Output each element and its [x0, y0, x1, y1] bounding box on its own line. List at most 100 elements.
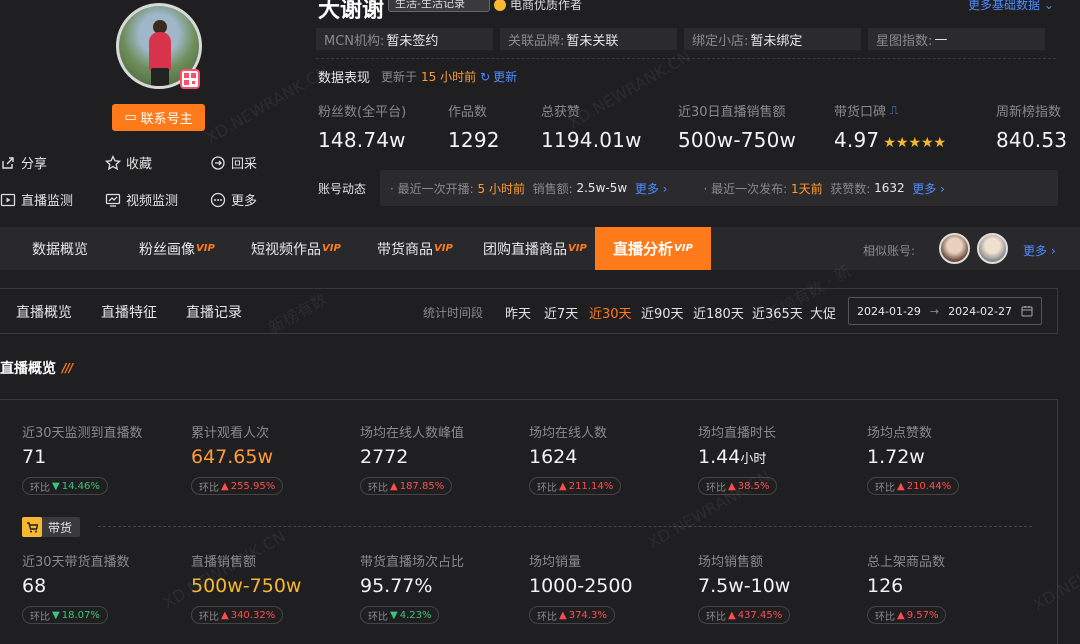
similar-more-link[interactable]: 更多 ›: [1023, 242, 1056, 259]
verified-badge: 电商优质作者: [494, 0, 582, 13]
trend-chart-icon[interactable]: ⎍: [890, 103, 898, 118]
subtab-live-overview[interactable]: 直播概览: [16, 302, 72, 322]
arrow-up-icon: ▲: [390, 481, 398, 492]
card-value: 126: [867, 575, 903, 597]
arrow-up-icon: ▲: [221, 610, 229, 621]
tab-short-video[interactable]: 短视频作品VIP: [251, 227, 341, 270]
more-icon: [210, 192, 226, 208]
change-badge: 环比▲340.32%: [191, 606, 283, 624]
account-nickname: 大谢谢: [318, 0, 384, 24]
similar-account-avatar[interactable]: [977, 233, 1008, 264]
metric-index-label: 周新榜指数: [996, 101, 1061, 120]
metric-reputation-label: 带货口碑 ⎍: [834, 101, 898, 120]
period-180d[interactable]: 近180天: [693, 303, 744, 322]
card-label: 场均点赞数: [867, 422, 932, 441]
period-label: 统计时间段: [423, 304, 483, 321]
rating-stars: ★★★★★: [883, 135, 946, 151]
change-badge: 环比▼14.46%: [22, 477, 108, 495]
card-label: 带货直播场次占比: [360, 551, 464, 570]
info-brand: 关联品牌:暂未关联: [500, 28, 677, 50]
tab-live-analysis[interactable]: 直播分析VIP: [595, 227, 711, 270]
metric-likes-value: 1194.01w: [541, 128, 642, 152]
goods-section-tag: 带货: [22, 517, 80, 537]
card-value: 68: [22, 575, 46, 597]
period-promo[interactable]: 大促: [810, 303, 836, 322]
calendar-icon: [1021, 305, 1033, 317]
card-value: 647.65w: [191, 446, 273, 468]
divider: [98, 526, 1032, 527]
more-basic-data-link[interactable]: 更多基础数据 ⌄: [968, 0, 1054, 13]
card-label: 近30天带货直播数: [22, 551, 130, 570]
tab-group-buy-live[interactable]: 团购直播商品VIP: [483, 227, 587, 270]
period-7d[interactable]: 近7天: [544, 303, 578, 322]
share-icon: [0, 155, 16, 171]
refresh-button[interactable]: ↻更新: [480, 68, 517, 85]
card-value: 2772: [360, 446, 408, 468]
metric-live-sales-value: 500w-750w: [678, 128, 796, 152]
metric-works-value: 1292: [448, 128, 500, 152]
card-label: 场均直播时长: [698, 422, 776, 441]
info-mcn: MCN机构:暂未签约: [316, 28, 493, 50]
favorite-button[interactable]: 收藏: [105, 153, 152, 172]
contact-owner-button[interactable]: ▭ 联系号主: [112, 104, 205, 131]
change-badge: 环比▼18.07%: [22, 606, 108, 624]
live-more-link[interactable]: 更多 ›: [635, 180, 668, 197]
info-star-index: 星图指数:—: [868, 28, 1045, 50]
section-title: 直播概览 ///: [0, 358, 72, 378]
arrow-down-icon: ▼: [52, 610, 60, 621]
date-range-picker[interactable]: 2024-01-29 → 2024-02-27: [848, 297, 1042, 325]
tab-data-overview[interactable]: 数据概览: [32, 227, 88, 270]
metric-fans-value: 148.74w: [318, 128, 406, 152]
live-monitor-icon: [0, 192, 16, 208]
card-label: 近30天监测到直播数: [22, 422, 143, 441]
card-value: 1.44小时: [698, 446, 766, 468]
period-30d[interactable]: 近30天: [589, 303, 632, 322]
share-button[interactable]: 分享: [0, 153, 47, 172]
account-dynamics: · 最近一次开播: 5 小时前 销售额: 2.5w-5w 更多 › · 最近一次…: [380, 170, 1058, 206]
arrow-down-icon: ▼: [52, 481, 60, 492]
arrow-up-icon: ▲: [897, 481, 905, 492]
cart-icon: [22, 517, 42, 537]
tab-fans-profile[interactable]: 粉丝画像VIP: [139, 227, 215, 270]
period-90d[interactable]: 近90天: [641, 303, 684, 322]
verified-icon: [494, 0, 506, 11]
qr-code-icon[interactable]: [180, 69, 200, 89]
tab-goods[interactable]: 带货商品VIP: [377, 227, 453, 270]
recollect-button[interactable]: 回采: [210, 153, 257, 172]
start-date: 2024-01-29: [857, 305, 921, 318]
subtab-live-records[interactable]: 直播记录: [186, 302, 242, 322]
change-badge: 环比▲210.44%: [867, 477, 959, 495]
metric-live-sales-label: 近30日直播销售额: [678, 101, 786, 120]
change-badge: 环比▼4.23%: [360, 606, 439, 624]
end-date: 2024-02-27: [948, 305, 1012, 318]
subtab-live-features[interactable]: 直播特征: [101, 302, 157, 322]
arrow-up-icon: ▲: [559, 481, 567, 492]
metric-index-value: 840.53: [996, 128, 1067, 152]
video-monitor-icon: [105, 192, 121, 208]
watermark: XD.NEWRANK.CN: [565, 47, 694, 133]
card-label: 场均在线人数: [529, 422, 607, 441]
live-monitor-button[interactable]: 直播监测: [0, 190, 73, 209]
post-more-link[interactable]: 更多 ›: [912, 180, 945, 197]
account-dynamics-label: 账号动态: [318, 180, 366, 197]
card-value: 1000-2500: [529, 575, 633, 597]
arrow-up-icon: ▲: [559, 610, 567, 621]
video-monitor-button[interactable]: 视频监测: [105, 190, 178, 209]
card-label: 总上架商品数: [867, 551, 945, 570]
star-icon: [105, 155, 121, 171]
metric-reputation-value: 4.97★★★★★: [834, 128, 946, 152]
similar-account-avatar[interactable]: [939, 233, 970, 264]
arrow-up-icon: ▲: [728, 610, 736, 621]
change-badge: 环比▲187.85%: [360, 477, 452, 495]
category-tag: 生活-生活记录: [388, 0, 490, 12]
arrow-up-icon: ▲: [221, 481, 229, 492]
change-badge: 环比▲437.45%: [698, 606, 790, 624]
card-label: 场均在线人数峰值: [360, 422, 464, 441]
period-yesterday[interactable]: 昨天: [505, 303, 531, 322]
card-label: 场均销售额: [698, 551, 763, 570]
metric-fans-label: 粉丝数(全平台): [318, 101, 406, 120]
info-shop: 绑定小店:暂未绑定: [684, 28, 861, 50]
card-value: 7.5w-10w: [698, 575, 790, 597]
more-actions-button[interactable]: 更多: [210, 190, 257, 209]
change-badge: 环比▲374.3%: [529, 606, 615, 624]
